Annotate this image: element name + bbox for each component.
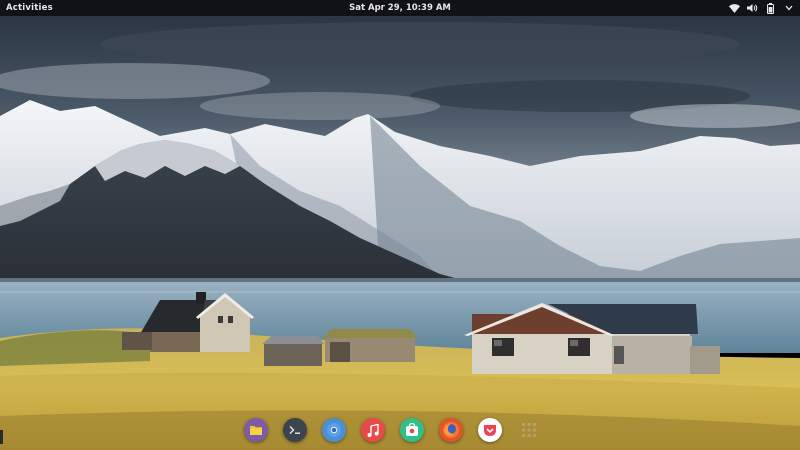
terminal-icon[interactable] bbox=[283, 418, 307, 442]
firefox-icon[interactable] bbox=[439, 418, 463, 442]
software-center-icon[interactable] bbox=[400, 418, 424, 442]
wifi-icon[interactable] bbox=[729, 3, 740, 14]
clock-container: Sat Apr 29, 10:39 AM bbox=[0, 0, 800, 16]
music-icon[interactable] bbox=[361, 418, 385, 442]
application-dock bbox=[244, 413, 541, 447]
desktop-corner-marker bbox=[0, 430, 3, 444]
volume-icon[interactable] bbox=[747, 3, 758, 14]
date-time-clock[interactable]: Sat Apr 29, 10:39 AM bbox=[349, 0, 451, 16]
top-panel: Activities Sat Apr 29, 10:39 AM bbox=[0, 0, 800, 16]
chromium-icon[interactable] bbox=[322, 418, 346, 442]
files-icon[interactable] bbox=[244, 418, 268, 442]
system-tray[interactable] bbox=[729, 0, 794, 16]
pocket-icon[interactable] bbox=[478, 418, 502, 442]
desktop-wallpaper bbox=[0, 16, 800, 450]
show-applications-icon[interactable] bbox=[517, 418, 541, 442]
battery-icon[interactable] bbox=[765, 2, 776, 14]
power-menu-icon[interactable] bbox=[783, 3, 794, 14]
